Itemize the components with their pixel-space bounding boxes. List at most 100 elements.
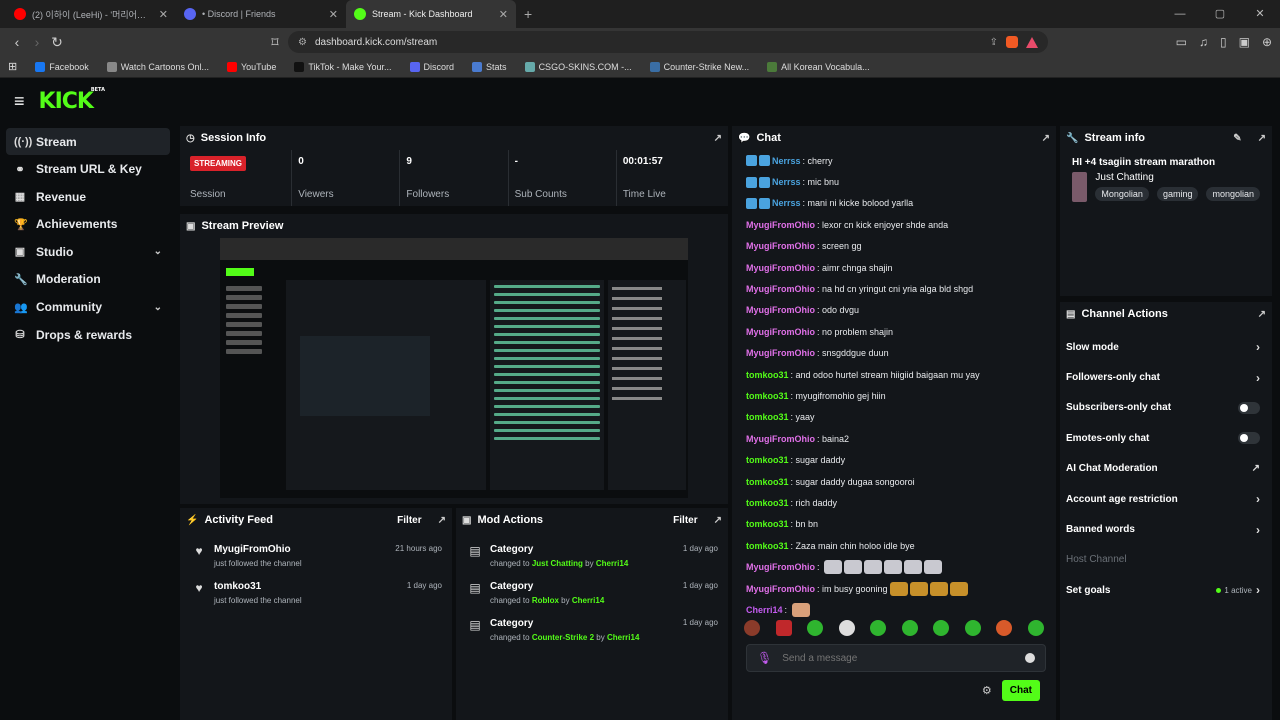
emote[interactable] — [775, 620, 792, 636]
bookmark-icon[interactable]: ⌑ — [266, 34, 284, 51]
new-tab-button[interactable]: + — [524, 6, 532, 22]
vpn-icon[interactable]: ⊕ — [1262, 35, 1272, 49]
chat-username[interactable]: MyugiFromOhio — [746, 241, 815, 251]
popout-icon[interactable]: ↗ — [1042, 133, 1050, 144]
bookmark-item[interactable]: Watch Cartoons Onl... — [106, 61, 209, 72]
bookmark-item[interactable]: Facebook — [35, 61, 89, 72]
channel-action-slow-mode[interactable]: Slow mode › — [1060, 332, 1272, 362]
site-settings-icon[interactable]: ⚙ — [298, 37, 307, 48]
chat-username[interactable]: tomkoo31 — [746, 391, 789, 401]
sidebar-item-revenue[interactable]: ▦ Revenue — [6, 183, 170, 210]
chevron-right-icon[interactable]: › — [1256, 492, 1260, 506]
sidebar-icon[interactable]: ▭ — [1176, 35, 1187, 49]
sidebar-item-moderation[interactable]: 🔧 Moderation — [6, 266, 170, 293]
send-message-input[interactable] — [782, 652, 1015, 664]
popout-icon[interactable]: ↗ — [714, 133, 722, 144]
browser-tab[interactable]: Stream - Kick Dashboard ✕ — [346, 0, 516, 28]
channel-action-set-goals[interactable]: Set goals 1 active › — [1060, 575, 1272, 605]
emote[interactable] — [1027, 620, 1044, 636]
music-icon[interactable]: ♫ — [1199, 35, 1208, 49]
sidebar-item-achievements[interactable]: 🏆 Achievements — [6, 211, 170, 238]
chat-settings-icon[interactable]: ⚙ — [982, 684, 992, 697]
bookmark-item[interactable]: YouTube — [226, 61, 276, 72]
activity-user[interactable]: MyugiFromOhio — [214, 544, 387, 555]
external-link-icon[interactable]: ↗ — [1252, 463, 1260, 474]
moderator-name[interactable]: Cherri14 — [607, 633, 639, 642]
edit-icon[interactable]: ✎ — [1233, 133, 1241, 144]
chat-username[interactable]: tomkoo31 — [746, 519, 789, 529]
wallet-icon[interactable]: ▣ — [1239, 35, 1250, 49]
chevron-right-icon[interactable]: › — [1256, 523, 1260, 537]
emote[interactable] — [838, 620, 855, 636]
bookmark-item[interactable]: Discord — [409, 61, 454, 72]
sidebar-item-stream[interactable]: ((·)) Stream — [6, 128, 170, 155]
sidebar-item-studio[interactable]: ▣ Studio ⌄ — [6, 238, 170, 265]
channel-action-subscribers-only-chat[interactable]: Subscribers-only chat — [1060, 393, 1272, 423]
share-icon[interactable]: ⇪ — [990, 37, 998, 48]
kick-logo[interactable]: KICK BETA — [39, 87, 105, 114]
close-tab-icon[interactable]: ✕ — [329, 8, 338, 21]
stream-tag[interactable]: Mongolian — [1095, 187, 1149, 201]
chat-username[interactable]: tomkoo31 — [746, 541, 789, 551]
bookmark-item[interactable]: TikTok - Make Your... — [294, 61, 392, 72]
chat-username[interactable]: Nerrss — [772, 198, 801, 208]
bookmark-item[interactable]: Stats — [472, 61, 507, 72]
emote[interactable] — [870, 620, 887, 636]
channel-action-emotes-only-chat[interactable]: Emotes-only chat — [1060, 423, 1272, 453]
chevron-down-icon[interactable]: ⌄ — [154, 246, 162, 257]
popout-icon[interactable]: ↗ — [1258, 309, 1266, 320]
moderator-name[interactable]: Cherri14 — [596, 559, 628, 568]
chevron-right-icon[interactable]: › — [1256, 371, 1260, 385]
menu-icon[interactable]: ≡ — [14, 91, 25, 112]
stream-tag[interactable]: mongolian — [1206, 187, 1260, 201]
bookmark-item[interactable]: Counter-Strike New... — [649, 61, 749, 72]
category-name[interactable]: Counter-Strike 2 — [532, 633, 594, 642]
emote[interactable] — [933, 620, 950, 636]
activity-user[interactable]: tomkoo31 — [214, 581, 399, 592]
channel-action-banned-words[interactable]: Banned words › — [1060, 514, 1272, 544]
chat-username[interactable]: tomkoo31 — [746, 370, 789, 380]
bookmark-item[interactable]: All Korean Vocabula... — [767, 61, 870, 72]
chat-username[interactable]: MyugiFromOhio — [746, 348, 815, 358]
activity-filter-button[interactable]: Filter — [397, 515, 421, 526]
mic-icon[interactable]: 🎙 — [757, 651, 772, 665]
apps-grid-icon[interactable]: ⊞ — [8, 60, 17, 73]
chat-username[interactable]: MyugiFromOhio — [746, 220, 815, 230]
chat-username[interactable]: MyugiFromOhio — [746, 263, 815, 273]
chat-username[interactable]: MyugiFromOhio — [746, 305, 815, 315]
chevron-down-icon[interactable]: ⌄ — [154, 302, 162, 313]
stream-tag[interactable]: gaming — [1156, 187, 1199, 201]
emote[interactable] — [901, 620, 918, 636]
close-tab-icon[interactable]: ✕ — [159, 8, 168, 21]
brave-shield-icon[interactable] — [1006, 36, 1018, 48]
chevron-right-icon[interactable]: › — [1256, 583, 1260, 597]
sidebar-item-drops-rewards[interactable]: ⛁ Drops & rewards — [6, 321, 170, 348]
sidebar-item-community[interactable]: 👥 Community ⌄ — [6, 294, 170, 321]
chat-username[interactable]: MyugiFromOhio — [746, 327, 815, 337]
bookmark-item[interactable]: CSGO-SKINS.COM -... — [524, 61, 632, 72]
brave-rewards-icon[interactable] — [1026, 36, 1038, 48]
category-name[interactable]: Roblox — [532, 596, 559, 605]
toggle-switch[interactable] — [1238, 401, 1260, 414]
chat-username[interactable]: tomkoo31 — [746, 412, 789, 422]
category-name[interactable]: Just Chatting — [532, 559, 583, 568]
sidebar-item-stream-url-key[interactable]: ⚭ Stream URL & Key — [6, 156, 170, 183]
chat-username[interactable]: MyugiFromOhio — [746, 584, 815, 594]
chat-username[interactable]: Nerrss — [772, 156, 801, 166]
emote[interactable] — [996, 620, 1013, 636]
chat-username[interactable]: MyugiFromOhio — [746, 284, 815, 294]
url-field[interactable]: ⚙ dashboard.kick.com/stream ⇪ — [288, 31, 1048, 53]
popout-icon[interactable]: ↗ — [438, 515, 446, 526]
popout-icon[interactable]: ↗ — [714, 515, 722, 526]
channel-action-account-age-restriction[interactable]: Account age restriction › — [1060, 484, 1272, 514]
close-tab-icon[interactable]: ✕ — [499, 8, 508, 21]
toggle-switch[interactable] — [1238, 432, 1260, 445]
stream-preview-video[interactable] — [220, 238, 688, 498]
chat-username[interactable]: MyugiFromOhio — [746, 434, 815, 444]
browser-tab[interactable]: (2) 이하이 (LeeHi) - '머리어깨무릎발 ✕ — [6, 0, 176, 28]
moderator-name[interactable]: Cherri14 — [572, 596, 604, 605]
chat-username[interactable]: tomkoo31 — [746, 498, 789, 508]
emoji-icon[interactable] — [1025, 653, 1035, 663]
browser-tab[interactable]: • Discord | Friends ✕ — [176, 0, 346, 28]
maximize-button[interactable]: ▢ — [1200, 0, 1240, 28]
